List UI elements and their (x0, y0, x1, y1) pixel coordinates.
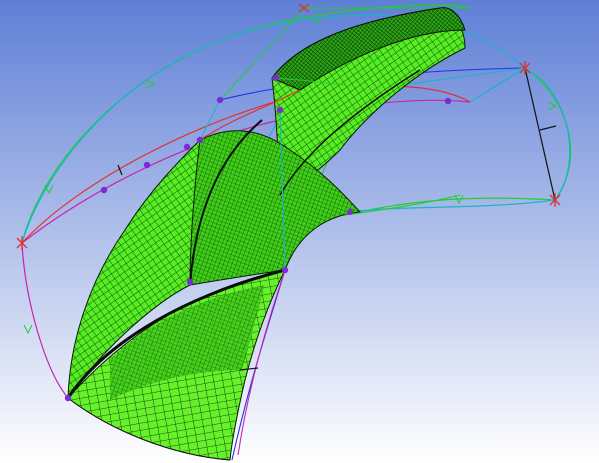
vertex-point (183, 143, 191, 151)
vertex-point (444, 97, 452, 105)
vertex-point (143, 161, 151, 169)
vertex-point (272, 74, 280, 82)
vertex-point (276, 106, 284, 114)
vertex-point (281, 266, 289, 274)
graphics-viewport[interactable] (0, 0, 599, 463)
vertex-point (186, 278, 194, 286)
3d-scene[interactable] (0, 0, 599, 463)
vertex-point (347, 209, 353, 215)
vertex-point (216, 96, 224, 104)
vertex-point (196, 136, 204, 144)
vertex-point (64, 394, 72, 402)
vertex-point (100, 186, 108, 194)
